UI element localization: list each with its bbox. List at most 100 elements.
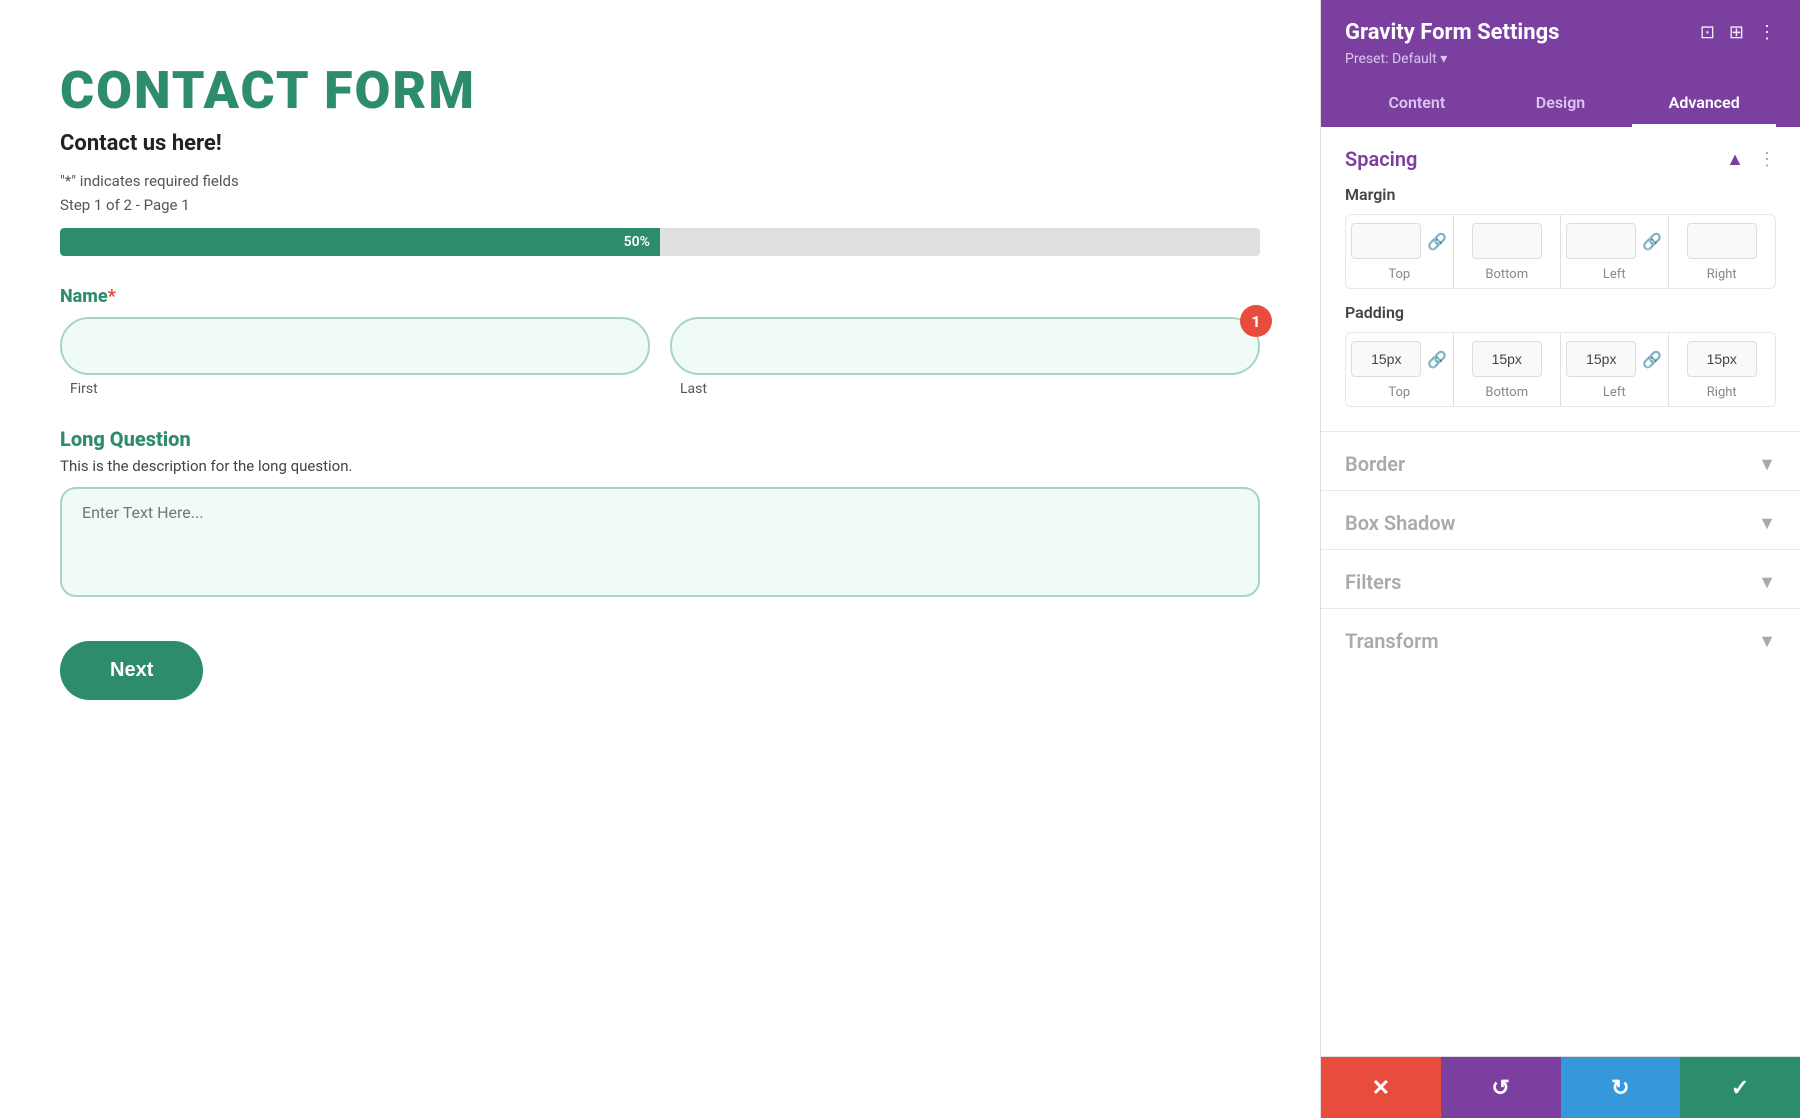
name-fields-wrapper: First Last 1 — [60, 317, 1260, 397]
padding-left-item: 🔗 Left — [1561, 333, 1668, 406]
panel-header-icons: ⊡ ⊞ ⋮ — [1700, 22, 1776, 43]
padding-top-item: 🔗 Top — [1346, 333, 1453, 406]
form-area: CONTACT FORM Contact us here! "*" indica… — [0, 0, 1320, 1118]
spacing-section-actions: ▲ ⋮ — [1726, 149, 1776, 170]
margin-top-box: 🔗 — [1346, 215, 1453, 267]
border-section-header[interactable]: Border ▼ — [1321, 432, 1800, 490]
required-note: "*" indicates required fields — [60, 172, 1260, 190]
margin-bottom-box — [1454, 215, 1561, 267]
margin-right-box — [1669, 215, 1776, 267]
box-shadow-section-actions: ▼ — [1758, 513, 1776, 534]
panel-header-top: Gravity Form Settings ⊡ ⊞ ⋮ — [1345, 20, 1776, 45]
margin-bottom-input[interactable] — [1472, 223, 1542, 259]
spacing-content: Margin 🔗 Top Bottom — [1321, 185, 1800, 431]
margin-right-label: Right — [1707, 267, 1737, 288]
margin-left-label: Left — [1603, 267, 1626, 288]
required-star: * — [108, 286, 116, 307]
margin-right-item: Right — [1669, 215, 1776, 288]
margin-left-item: 🔗 Left — [1561, 215, 1668, 288]
badge-number: 1 — [1240, 305, 1272, 337]
last-name-input[interactable] — [670, 317, 1260, 375]
border-title: Border — [1345, 452, 1405, 476]
margin-top-link-icon[interactable]: 🔗 — [1427, 232, 1447, 251]
last-name-label: Last — [670, 381, 1260, 397]
panel-tabs: Content Design Advanced — [1345, 81, 1776, 127]
border-section-actions: ▼ — [1758, 454, 1776, 475]
padding-bottom-box — [1454, 333, 1561, 385]
tab-design[interactable]: Design — [1489, 81, 1633, 127]
margin-bottom-label: Bottom — [1485, 267, 1528, 288]
first-name-label: First — [60, 381, 650, 397]
margin-top-item: 🔗 Top — [1346, 215, 1453, 288]
margin-bottom-item: Bottom — [1454, 215, 1561, 288]
padding-bottom-input[interactable] — [1472, 341, 1542, 377]
responsive-icon[interactable]: ⊡ — [1700, 22, 1715, 43]
transform-title: Transform — [1345, 629, 1439, 653]
grid-icon[interactable]: ⊞ — [1729, 22, 1744, 43]
margin-inputs-row: 🔗 Top Bottom — [1345, 214, 1776, 289]
long-question-textarea[interactable] — [60, 487, 1260, 597]
margin-label: Margin — [1345, 185, 1776, 204]
settings-body: Spacing ▲ ⋮ Margin 🔗 Top — [1321, 127, 1800, 1056]
margin-top-bottom: 🔗 Top Bottom — [1346, 215, 1560, 288]
filters-section-header[interactable]: Filters ▼ — [1321, 550, 1800, 608]
transform-section-header[interactable]: Transform ▼ — [1321, 609, 1800, 667]
spacing-dots-icon[interactable]: ⋮ — [1758, 149, 1776, 170]
form-title: CONTACT FORM — [60, 60, 1260, 121]
transform-chevron-icon[interactable]: ▼ — [1758, 631, 1776, 652]
padding-left-input[interactable] — [1566, 341, 1636, 377]
long-question-desc: This is the description for the long que… — [60, 457, 1260, 475]
filters-section-actions: ▼ — [1758, 572, 1776, 593]
padding-left-link-icon[interactable]: 🔗 — [1642, 350, 1662, 369]
filters-title: Filters — [1345, 570, 1401, 594]
next-button[interactable]: Next — [60, 641, 203, 700]
margin-top-input[interactable] — [1351, 223, 1421, 259]
spacing-chevron-icon[interactable]: ▲ — [1726, 149, 1744, 170]
padding-bottom-label: Bottom — [1485, 385, 1528, 406]
padding-label: Padding — [1345, 303, 1776, 322]
padding-right-label: Right — [1707, 385, 1737, 406]
box-shadow-chevron-icon[interactable]: ▼ — [1758, 513, 1776, 534]
padding-top-link-icon[interactable]: 🔗 — [1427, 350, 1447, 369]
undo-button[interactable]: ↺ — [1441, 1057, 1561, 1118]
padding-right-input[interactable] — [1687, 341, 1757, 377]
redo-button[interactable]: ↻ — [1561, 1057, 1681, 1118]
box-shadow-section-header[interactable]: Box Shadow ▼ — [1321, 491, 1800, 549]
panel-preset[interactable]: Preset: Default ▾ — [1345, 51, 1776, 67]
last-name-wrap: Last 1 — [670, 317, 1260, 397]
margin-left-link-icon[interactable]: 🔗 — [1642, 232, 1662, 251]
padding-left-right: 🔗 Left Right — [1561, 333, 1775, 406]
more-options-icon[interactable]: ⋮ — [1758, 22, 1776, 43]
margin-left-input[interactable] — [1566, 223, 1636, 259]
padding-right-item: Right — [1669, 333, 1776, 406]
spacing-section-header[interactable]: Spacing ▲ ⋮ — [1321, 127, 1800, 185]
margin-right-input[interactable] — [1687, 223, 1757, 259]
save-button[interactable]: ✓ — [1680, 1057, 1800, 1118]
tab-content[interactable]: Content — [1345, 81, 1489, 127]
border-chevron-icon[interactable]: ▼ — [1758, 454, 1776, 475]
step-info: Step 1 of 2 - Page 1 — [60, 196, 1260, 214]
transform-section-actions: ▼ — [1758, 631, 1776, 652]
bottom-bar: ✕ ↺ ↻ ✓ — [1321, 1056, 1800, 1118]
box-shadow-title: Box Shadow — [1345, 511, 1455, 535]
padding-top-box: 🔗 — [1346, 333, 1453, 385]
long-question-title: Long Question — [60, 427, 1260, 451]
padding-inputs-row: 🔗 Top Bottom — [1345, 332, 1776, 407]
cancel-button[interactable]: ✕ — [1321, 1057, 1441, 1118]
panel-header: Gravity Form Settings ⊡ ⊞ ⋮ Preset: Defa… — [1321, 0, 1800, 127]
tab-advanced[interactable]: Advanced — [1632, 81, 1776, 127]
padding-top-input[interactable] — [1351, 341, 1421, 377]
name-field-label: Name* — [60, 286, 1260, 307]
first-name-input[interactable] — [60, 317, 650, 375]
first-name-wrap: First — [60, 317, 650, 397]
settings-panel: Gravity Form Settings ⊡ ⊞ ⋮ Preset: Defa… — [1320, 0, 1800, 1118]
margin-left-right: 🔗 Left Right — [1561, 215, 1775, 288]
progress-bar-fill: 50% — [60, 228, 660, 256]
padding-right-box — [1669, 333, 1776, 385]
spacing-title: Spacing — [1345, 147, 1417, 171]
progress-label: 50% — [624, 234, 650, 250]
panel-title: Gravity Form Settings — [1345, 20, 1559, 45]
filters-chevron-icon[interactable]: ▼ — [1758, 572, 1776, 593]
padding-top-bottom: 🔗 Top Bottom — [1346, 333, 1560, 406]
padding-left-label: Left — [1603, 385, 1626, 406]
